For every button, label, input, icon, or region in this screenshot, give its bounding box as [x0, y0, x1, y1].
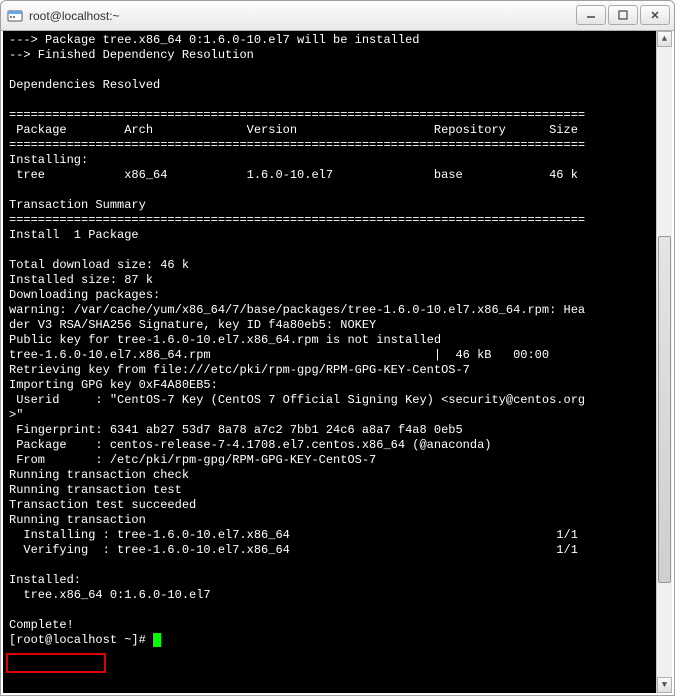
term-line: ---> Package tree.x86_64 0:1.6.0-10.el7 …	[9, 33, 419, 47]
term-line: Transaction test succeeded	[9, 498, 196, 512]
term-line: Complete!	[9, 618, 74, 632]
term-line: Installing : tree-1.6.0-10.el7.x86_64 1/…	[9, 528, 578, 542]
terminal-output[interactable]: ---> Package tree.x86_64 0:1.6.0-10.el7 …	[3, 31, 672, 693]
term-line: Importing GPG key 0xF4A80EB5:	[9, 378, 218, 392]
term-line: Fingerprint: 6341 ab27 53d7 8a78 a7c2 7b…	[9, 423, 463, 437]
maximize-button[interactable]	[608, 5, 638, 25]
term-line: Package Arch Version Repository Size	[9, 123, 578, 137]
term-line: Running transaction test	[9, 483, 182, 497]
term-line: Installing:	[9, 153, 88, 167]
terminal-container: ---> Package tree.x86_64 0:1.6.0-10.el7 …	[3, 31, 672, 693]
titlebar[interactable]: root@localhost:~	[1, 1, 674, 31]
term-line: Public key for tree-1.6.0-10.el7.x86_64.…	[9, 333, 441, 347]
term-line: ========================================…	[9, 138, 585, 152]
term-line: tree.x86_64 0:1.6.0-10.el7	[9, 588, 211, 602]
term-line: der V3 RSA/SHA256 Signature, key ID f4a8…	[9, 318, 376, 332]
term-line: From : /etc/pki/rpm-gpg/RPM-GPG-KEY-Cent…	[9, 453, 376, 467]
term-line: ========================================…	[9, 108, 585, 122]
term-line: Running transaction	[9, 513, 146, 527]
term-line: ========================================…	[9, 213, 585, 227]
term-line: Running transaction check	[9, 468, 189, 482]
term-line: tree x86_64 1.6.0-10.el7 base 46 k	[9, 168, 578, 182]
term-line: Package : centos-release-7-4.1708.el7.ce…	[9, 438, 491, 452]
term-line: --> Finished Dependency Resolution	[9, 48, 254, 62]
window-title: root@localhost:~	[29, 9, 120, 23]
term-line: Transaction Summary	[9, 198, 146, 212]
close-button[interactable]	[640, 5, 670, 25]
scroll-track[interactable]	[657, 47, 672, 677]
window-controls	[576, 5, 670, 25]
scroll-down-button[interactable]: ▼	[657, 677, 672, 693]
scrollbar[interactable]: ▲ ▼	[656, 31, 672, 693]
prompt-line: [root@localhost ~]#	[9, 633, 153, 647]
term-line: Install 1 Package	[9, 228, 139, 242]
term-line: Retrieving key from file:///etc/pki/rpm-…	[9, 363, 470, 377]
scroll-thumb[interactable]	[658, 236, 671, 583]
term-line: Installed size: 87 k	[9, 273, 153, 287]
term-line: Total download size: 46 k	[9, 258, 189, 272]
term-line: Installed:	[9, 573, 81, 587]
term-line: >"	[9, 408, 23, 422]
term-line: Verifying : tree-1.6.0-10.el7.x86_64 1/1	[9, 543, 578, 557]
term-line: Userid : "CentOS-7 Key (CentOS 7 Officia…	[9, 393, 585, 407]
term-line: Dependencies Resolved	[9, 78, 160, 92]
term-line: warning: /var/cache/yum/x86_64/7/base/pa…	[9, 303, 585, 317]
cursor	[153, 633, 161, 647]
term-line: tree-1.6.0-10.el7.x86_64.rpm | 46 kB 00:…	[9, 348, 549, 362]
minimize-button[interactable]	[576, 5, 606, 25]
term-line: Downloading packages:	[9, 288, 160, 302]
app-icon	[7, 8, 23, 24]
scroll-up-button[interactable]: ▲	[657, 31, 672, 47]
ssh-terminal-window: root@localhost:~ ---> Package tree.x86_6…	[0, 0, 675, 696]
